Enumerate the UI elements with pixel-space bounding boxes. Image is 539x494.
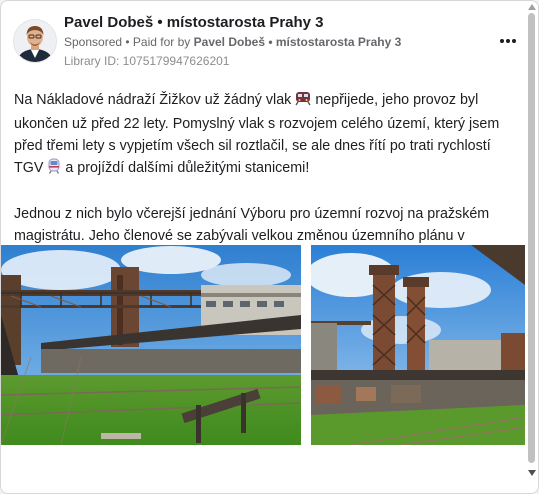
scroll-up-arrow-icon[interactable] (528, 4, 536, 10)
scrollbar[interactable] (525, 1, 538, 493)
paid-for-prefix: • Paid for by (125, 35, 191, 49)
more-options-icon[interactable] (496, 31, 520, 51)
ad-header: Pavel Dobeš • místostarosta Prahy 3 Spon… (1, 1, 525, 77)
p1-text-3: a projíždí dalšími důležitými stanicemi! (65, 160, 310, 176)
railway-towers-photo[interactable] (311, 245, 525, 445)
ad-body-text: Na Nákladové nádraží Žižkov už žádný vla… (14, 89, 520, 269)
p1-text-1: Na Nákladové nádraží Žižkov už žádný vla… (14, 92, 292, 108)
scrollbar-thumb[interactable] (528, 13, 535, 463)
paragraph-1: Na Nákladové nádraží Žižkov už žádný vla… (14, 89, 520, 181)
image-carousel[interactable] (1, 245, 525, 445)
page-name[interactable]: Pavel Dobeš • místostarosta Prahy 3 (64, 14, 324, 31)
train-icon (295, 91, 311, 113)
avatar[interactable] (13, 19, 57, 63)
railway-station-platform-photo[interactable] (1, 245, 301, 445)
scroll-down-arrow-icon[interactable] (528, 470, 536, 476)
sponsored-label: Sponsored (64, 35, 123, 49)
high-speed-train-icon (47, 158, 61, 181)
ad-card: Pavel Dobeš • místostarosta Prahy 3 Spon… (0, 0, 539, 494)
sponsored-line: Sponsored • Paid for by Pavel Dobeš • mí… (64, 35, 401, 49)
paid-for-name[interactable]: Pavel Dobeš • místostarosta Prahy 3 (194, 35, 402, 49)
profile-photo (14, 20, 56, 62)
library-id: Library ID: 1075179947626201 (64, 54, 230, 68)
